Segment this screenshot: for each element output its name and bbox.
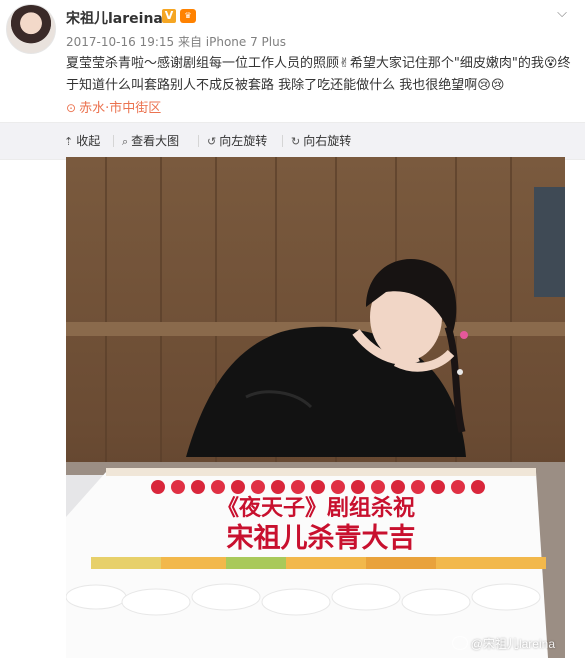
victory-hand-emoji-icon: ✌ bbox=[339, 56, 350, 71]
collapse-arrow-icon: ⇡ bbox=[64, 135, 74, 148]
post-text: 夏莹莹杀青啦～感谢剧组每一位工作人员的照顾✌希望大家记住那个"细皮嫩肉"的我😵终… bbox=[66, 53, 571, 120]
post-text-part-2: 希望大家记住那个"细皮嫩肉"的我 bbox=[349, 56, 544, 71]
view-large-button[interactable]: ⌕ 查看大图 bbox=[122, 132, 179, 149]
verified-badge: V bbox=[162, 9, 176, 23]
chevron-down-icon[interactable]: ⌵ bbox=[557, 6, 567, 21]
rotate-left-icon: ↺ bbox=[207, 135, 217, 148]
cake-text-line-2: 宋祖儿杀青大吉 bbox=[227, 522, 416, 554]
location-link[interactable]: ⊙ 赤水·市中街区 bbox=[66, 101, 161, 116]
post-meta: 2017-10-16 19:15 来自 iPhone 7 Plus bbox=[66, 35, 286, 49]
rotate-left-label: 向左旋转 bbox=[219, 134, 268, 148]
rotate-right-button[interactable]: ↻ 向右旋转 bbox=[291, 132, 351, 149]
toolbar-divider bbox=[113, 135, 114, 147]
photo-watermark: @宋祖儿lareina bbox=[451, 635, 555, 652]
dizzy-face-emoji-icon: 😵 bbox=[543, 56, 558, 71]
toolbar-divider bbox=[198, 135, 199, 147]
post-header: 宋祖儿lareina V ♛ ⌵ 2017-10-16 19:15 来自 iPh… bbox=[0, 0, 585, 122]
magnifier-icon: ⌕ bbox=[122, 135, 129, 148]
rotate-right-icon: ↻ bbox=[291, 135, 301, 148]
toolbar-divider bbox=[282, 135, 283, 147]
crying-face-emoji-icon: 😢😢 bbox=[477, 78, 505, 93]
view-large-label: 查看大图 bbox=[131, 134, 180, 148]
username[interactable]: 宋祖儿lareina bbox=[66, 8, 163, 28]
rotate-right-label: 向右旋转 bbox=[303, 134, 352, 148]
location-label: 赤水·市中街区 bbox=[79, 101, 162, 116]
collapse-button[interactable]: ⇡ 收起 bbox=[64, 132, 100, 149]
member-level-badge: ♛ bbox=[180, 9, 196, 23]
weibo-logo-icon bbox=[451, 636, 468, 650]
collapse-label: 收起 bbox=[76, 134, 101, 148]
rotate-left-button[interactable]: ↺ 向左旋转 bbox=[207, 132, 267, 149]
cake-text-line-1: 《夜天子》剧组杀祝 bbox=[217, 495, 415, 521]
watermark-label: @宋祖儿lareina bbox=[470, 637, 555, 651]
photo-illustration: 《夜天子》剧组杀祝 宋祖儿杀青大吉 bbox=[66, 157, 565, 658]
post-text-part-1: 夏莹莹杀青啦～感谢剧组每一位工作人员的照顾 bbox=[66, 56, 340, 71]
post-photo[interactable]: 《夜天子》剧组杀祝 宋祖儿杀青大吉 @宋祖儿lareina bbox=[66, 157, 565, 658]
avatar[interactable] bbox=[6, 4, 56, 54]
location-pin-icon: ⊙ bbox=[66, 101, 77, 115]
image-toolbar: ⇡ 收起 ⌕ 查看大图 ↺ 向左旋转 ↻ 向右旋转 bbox=[0, 122, 585, 160]
